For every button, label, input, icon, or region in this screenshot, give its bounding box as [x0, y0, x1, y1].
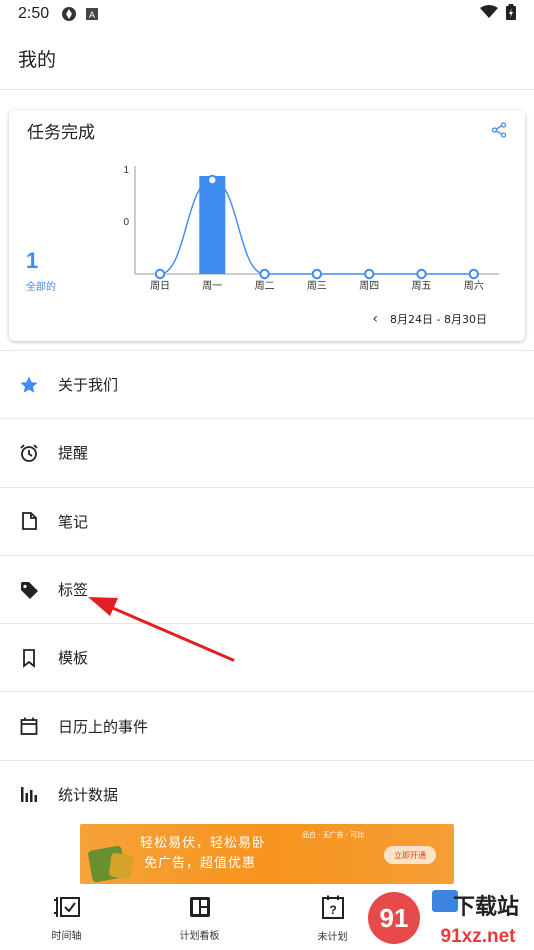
- x-tick-label: 周四: [359, 280, 379, 292]
- menu-item-label: 关于我们: [58, 376, 119, 395]
- gift-bag-image: [108, 852, 134, 880]
- ad-tags: 品白 · 无广告 · 可比: [302, 831, 365, 839]
- x-tick-label: 周日: [150, 280, 170, 292]
- ad-line-1: 轻松易伏，轻松易卧: [140, 836, 267, 851]
- chart-point: [468, 268, 479, 280]
- menu-item-about-us[interactable]: 关于我们: [0, 350, 534, 418]
- x-tick-label: 周六: [464, 280, 484, 292]
- site-watermark: 91 下载站 91xz.net: [368, 890, 519, 947]
- status-time: 2:50: [18, 5, 50, 22]
- chart-point: [207, 174, 218, 186]
- nav-item-timeline[interactable]: 时间轴: [0, 888, 133, 950]
- bookmark-icon: [18, 647, 40, 669]
- svg-text:?: ?: [329, 903, 336, 917]
- unplanned-icon: ?: [321, 895, 344, 922]
- bar-chart-icon: [18, 783, 40, 805]
- chart-point: [364, 268, 375, 280]
- page-title: 我的: [18, 49, 57, 71]
- x-tick-label: 周三: [307, 280, 327, 292]
- svg-text:91: 91: [380, 903, 409, 933]
- chart-bar: [199, 176, 226, 274]
- menu-item-label: 标签: [58, 581, 89, 600]
- menu-item-reminder[interactable]: 提醒: [0, 418, 534, 486]
- watermark-brand: 下载站: [453, 894, 519, 920]
- chart-point: [154, 268, 166, 280]
- tag-icon: [18, 579, 40, 601]
- ad-open-button[interactable]: 立即开通: [384, 846, 436, 864]
- vpn-icon: [61, 6, 77, 22]
- app-bar: 我的: [0, 28, 534, 90]
- menu-item-label: 模板: [58, 649, 89, 668]
- status-bar: 2:50 A: [0, 0, 534, 28]
- chart-point: [259, 268, 270, 280]
- task-completion-card: 任务完成 1 全部的 1 0 周日 周一 周二 周三 周四 周五 周六 ‹ 8月24日 - 8月…: [9, 110, 525, 341]
- menu-item-tags[interactable]: 标签: [0, 554, 534, 623]
- chart-point: [416, 268, 427, 280]
- nav-item-plan-board[interactable]: 计划看板: [133, 888, 266, 950]
- menu-item-label: 提醒: [58, 444, 89, 463]
- note-icon: [18, 510, 40, 532]
- menu-item-label: 日历上的事件: [58, 717, 149, 736]
- x-tick-label: 周二: [255, 280, 275, 292]
- menu-item-templates[interactable]: 模板: [0, 623, 534, 691]
- menu-item-label: 统计数据: [58, 785, 119, 804]
- nav-item-label: 未计划: [317, 932, 348, 943]
- nav-item-label: 时间轴: [51, 931, 82, 942]
- y-tick-label: 1: [123, 165, 129, 176]
- task-chart: 1 0 周日 周一 周二 周三 周四 周五 周六: [123, 165, 499, 292]
- x-tick-label: 周五: [412, 280, 432, 292]
- menu-item-notes[interactable]: 笔记: [0, 486, 534, 555]
- battery-icon: [506, 4, 516, 24]
- date-range-control: ‹ 8月24日 - 8月30日: [372, 311, 487, 327]
- y-tick-label: 0: [123, 217, 129, 228]
- ad-line-2: 免广告，超值优惠: [144, 856, 257, 871]
- menu-item-label: 笔记: [58, 512, 89, 531]
- nav-item-label: 计划看板: [179, 931, 220, 942]
- menu-item-statistics[interactable]: 统计数据: [0, 759, 534, 828]
- menu-list: 关于我们 提醒 笔记 标签 模板 日历上的事件 统计数据: [0, 350, 534, 828]
- svg-text:A: A: [89, 10, 95, 20]
- alarm-icon: [18, 442, 40, 464]
- board-icon: [189, 896, 211, 921]
- timeline-icon: [53, 896, 80, 921]
- ad-text: 轻松易伏，轻松易卧 免广告，超值优惠: [140, 834, 266, 874]
- chart-point: [311, 268, 323, 280]
- previous-week-button[interactable]: ‹: [372, 311, 378, 327]
- keyboard-a-icon: A: [85, 7, 99, 21]
- date-range-label: 8月24日 - 8月30日: [390, 313, 487, 326]
- x-tick-label: 周一: [202, 280, 222, 292]
- star-icon: [18, 374, 40, 396]
- menu-item-calendar-events[interactable]: 日历上的事件: [0, 691, 534, 759]
- ad-banner[interactable]: 品白 · 无广告 · 可比 轻松易伏，轻松易卧 免广告，超值优惠 立即开通: [80, 824, 454, 884]
- calendar-icon: [18, 715, 40, 737]
- watermark-site: 91xz.net: [441, 926, 517, 947]
- wifi-icon: [480, 5, 498, 23]
